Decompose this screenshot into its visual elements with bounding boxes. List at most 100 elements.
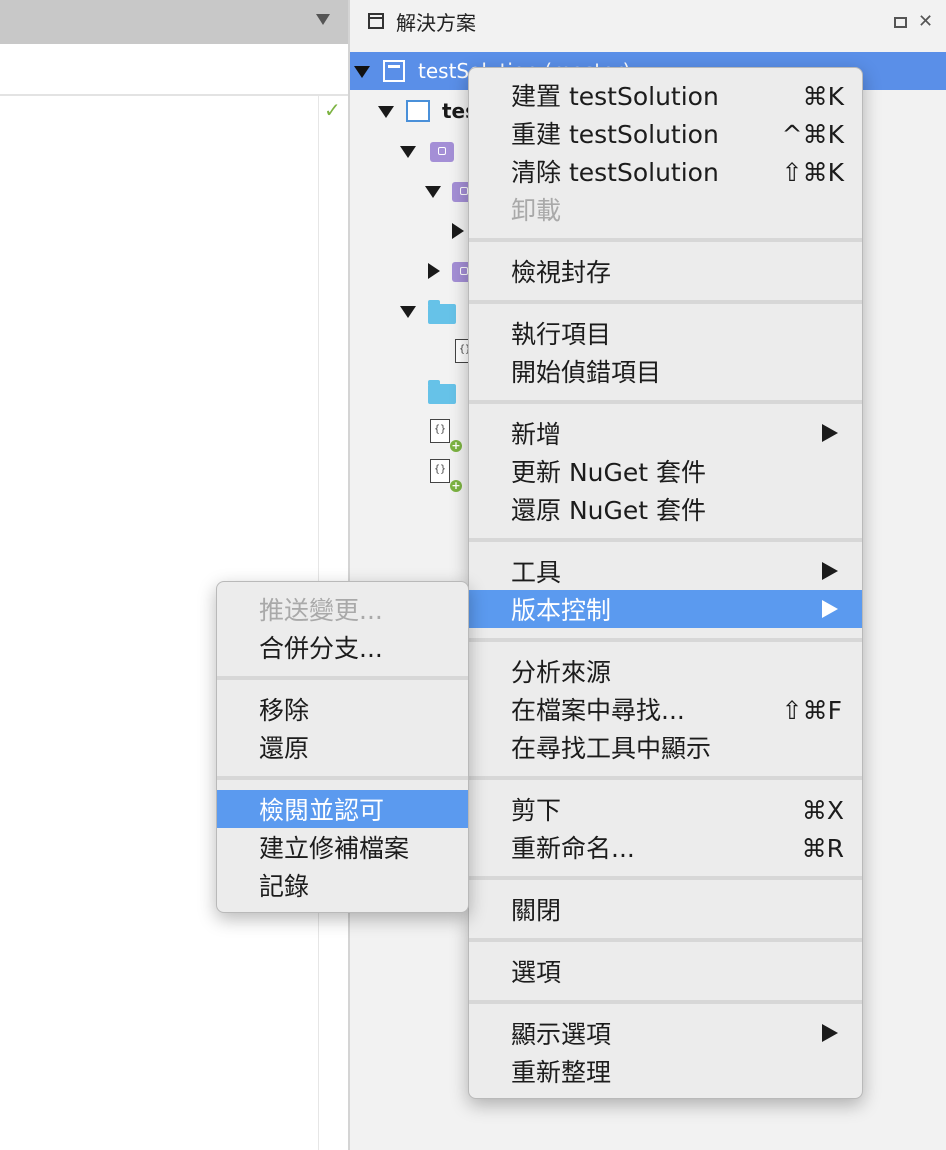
menu-item-label: 重新命名...	[511, 834, 635, 863]
pad-title: 解決方案	[396, 11, 476, 35]
menu-item-label: 建置 testSolution	[511, 82, 719, 111]
package-icon	[430, 142, 454, 162]
menu-item-build[interactable]: 建置 testSolution ⌘K	[469, 76, 862, 114]
menu-item-revert[interactable]: 還原	[217, 728, 468, 766]
menu-separator	[469, 400, 862, 404]
menu-item-label: 重新整理	[511, 1058, 612, 1087]
menu-item-add[interactable]: 新增	[469, 414, 862, 452]
menu-item-tools[interactable]: 工具	[469, 552, 862, 590]
menu-separator	[469, 300, 862, 304]
project-icon	[406, 100, 430, 122]
menu-item-shortcut: ^⌘K	[781, 120, 844, 149]
menu-item-label: 執行項目	[511, 320, 612, 349]
editor-tab-bar	[0, 44, 349, 96]
menu-item-label: 關閉	[511, 896, 562, 925]
menu-item-create-patch[interactable]: 建立修補檔案	[217, 828, 468, 866]
version-control-submenu: 推送變更... 合併分支... 移除 還原 檢閱並認可 建立修補檔案 記錄	[216, 581, 469, 913]
chevron-down-icon[interactable]	[316, 14, 330, 25]
collapse-arrow-icon[interactable]	[452, 223, 464, 239]
folder-icon	[428, 380, 456, 404]
menu-item-label: 重建 testSolution	[511, 120, 719, 149]
maximize-icon[interactable]	[894, 17, 907, 28]
solution-icon	[383, 60, 405, 82]
menu-item-label: 分析來源	[511, 658, 612, 687]
menu-item-label: 顯示選項	[511, 1020, 612, 1049]
close-icon[interactable]: ✕	[918, 11, 933, 33]
menu-separator	[469, 876, 862, 880]
menu-item-update-nuget[interactable]: 更新 NuGet 套件	[469, 452, 862, 490]
menu-item-merge-branch[interactable]: 合併分支...	[217, 628, 468, 666]
menu-item-debug[interactable]: 開始偵錯項目	[469, 352, 862, 390]
menu-item-reveal-in-finder[interactable]: 在尋找工具中顯示	[469, 728, 862, 766]
menu-item-label: 還原	[259, 734, 310, 763]
menu-item-label: 選項	[511, 958, 562, 987]
collapse-arrow-icon[interactable]	[428, 263, 440, 279]
pad-header: 解決方案 ✕	[350, 0, 946, 50]
menu-item-label: 記錄	[259, 872, 310, 901]
context-menu: 建置 testSolution ⌘K 重建 testSolution ^⌘K 清…	[468, 67, 863, 1099]
menu-item-unload: 卸載	[469, 190, 862, 228]
menu-item-rename[interactable]: 重新命名... ⌘R	[469, 828, 862, 866]
menu-separator	[469, 1000, 862, 1004]
menu-item-run[interactable]: 執行項目	[469, 314, 862, 352]
menu-item-review-and-commit[interactable]: 檢閱並認可	[217, 790, 468, 828]
menu-item-version-control[interactable]: 版本控制	[469, 590, 862, 628]
added-badge-icon: +	[450, 439, 462, 452]
menu-item-label: 更新 NuGet 套件	[511, 458, 706, 487]
menu-item-label: 在尋找工具中顯示	[511, 734, 712, 763]
menu-item-label: 推送變更...	[259, 596, 383, 625]
menu-item-analyze-source[interactable]: 分析來源	[469, 652, 862, 690]
submenu-arrow-icon	[822, 1024, 838, 1042]
submenu-arrow-icon	[822, 562, 838, 580]
folder-icon	[428, 300, 456, 324]
json-file-icon: {}	[430, 459, 450, 483]
menu-item-log[interactable]: 記錄	[217, 866, 468, 904]
menu-item-label: 在檔案中尋找...	[511, 696, 685, 725]
menu-item-close[interactable]: 關閉	[469, 890, 862, 928]
menu-item-label: 合併分支...	[259, 634, 383, 663]
expand-arrow-icon[interactable]	[354, 66, 370, 78]
menu-item-label: 剪下	[511, 796, 562, 825]
menu-item-clean[interactable]: 清除 testSolution ⇧⌘K	[469, 152, 862, 190]
submenu-arrow-icon	[822, 424, 838, 442]
menu-item-refresh[interactable]: 重新整理	[469, 1052, 862, 1090]
menu-item-options[interactable]: 選項	[469, 952, 862, 990]
menu-item-label: 新增	[511, 420, 562, 449]
menu-item-remove[interactable]: 移除	[217, 690, 468, 728]
menu-item-label: 檢閱並認可	[259, 796, 385, 825]
expand-arrow-icon[interactable]	[400, 306, 416, 318]
expand-arrow-icon[interactable]	[400, 146, 416, 158]
menu-separator	[469, 938, 862, 942]
menu-item-shortcut: ⌘X	[801, 796, 844, 825]
menu-item-shortcut: ⇧⌘K	[781, 158, 844, 187]
solution-pad-icon	[368, 13, 384, 29]
menu-item-shortcut: ⌘R	[801, 834, 844, 863]
menu-item-label: 移除	[259, 696, 310, 725]
menu-item-label: 檢視封存	[511, 258, 612, 287]
editor-document-bar	[0, 0, 349, 44]
menu-item-find-in-files[interactable]: 在檔案中尋找... ⇧⌘F	[469, 690, 862, 728]
menu-item-label: 清除 testSolution	[511, 158, 719, 187]
menu-separator	[469, 238, 862, 242]
menu-item-label: 工具	[511, 558, 562, 587]
submenu-arrow-icon	[822, 600, 838, 618]
menu-item-display-options[interactable]: 顯示選項	[469, 1014, 862, 1052]
menu-item-label: 開始偵錯項目	[511, 358, 662, 387]
menu-item-label: 建立修補檔案	[259, 834, 410, 863]
menu-item-shortcut: ⌘K	[802, 82, 844, 111]
menu-item-restore-nuget[interactable]: 還原 NuGet 套件	[469, 490, 862, 528]
added-badge-icon: +	[450, 479, 462, 492]
checkmark-icon: ✓	[324, 98, 341, 122]
menu-item-label: 卸載	[511, 196, 562, 225]
expand-arrow-icon[interactable]	[378, 106, 394, 118]
menu-item-view-archive[interactable]: 檢視封存	[469, 252, 862, 290]
menu-separator	[469, 638, 862, 642]
menu-item-label: 版本控制	[511, 596, 612, 625]
menu-item-label: 還原 NuGet 套件	[511, 496, 706, 525]
menu-separator	[217, 676, 468, 680]
menu-separator	[217, 776, 468, 780]
menu-item-cut[interactable]: 剪下 ⌘X	[469, 790, 862, 828]
menu-item-shortcut: ⇧⌘F	[781, 696, 842, 725]
expand-arrow-icon[interactable]	[425, 186, 441, 198]
menu-item-rebuild[interactable]: 重建 testSolution ^⌘K	[469, 114, 862, 152]
